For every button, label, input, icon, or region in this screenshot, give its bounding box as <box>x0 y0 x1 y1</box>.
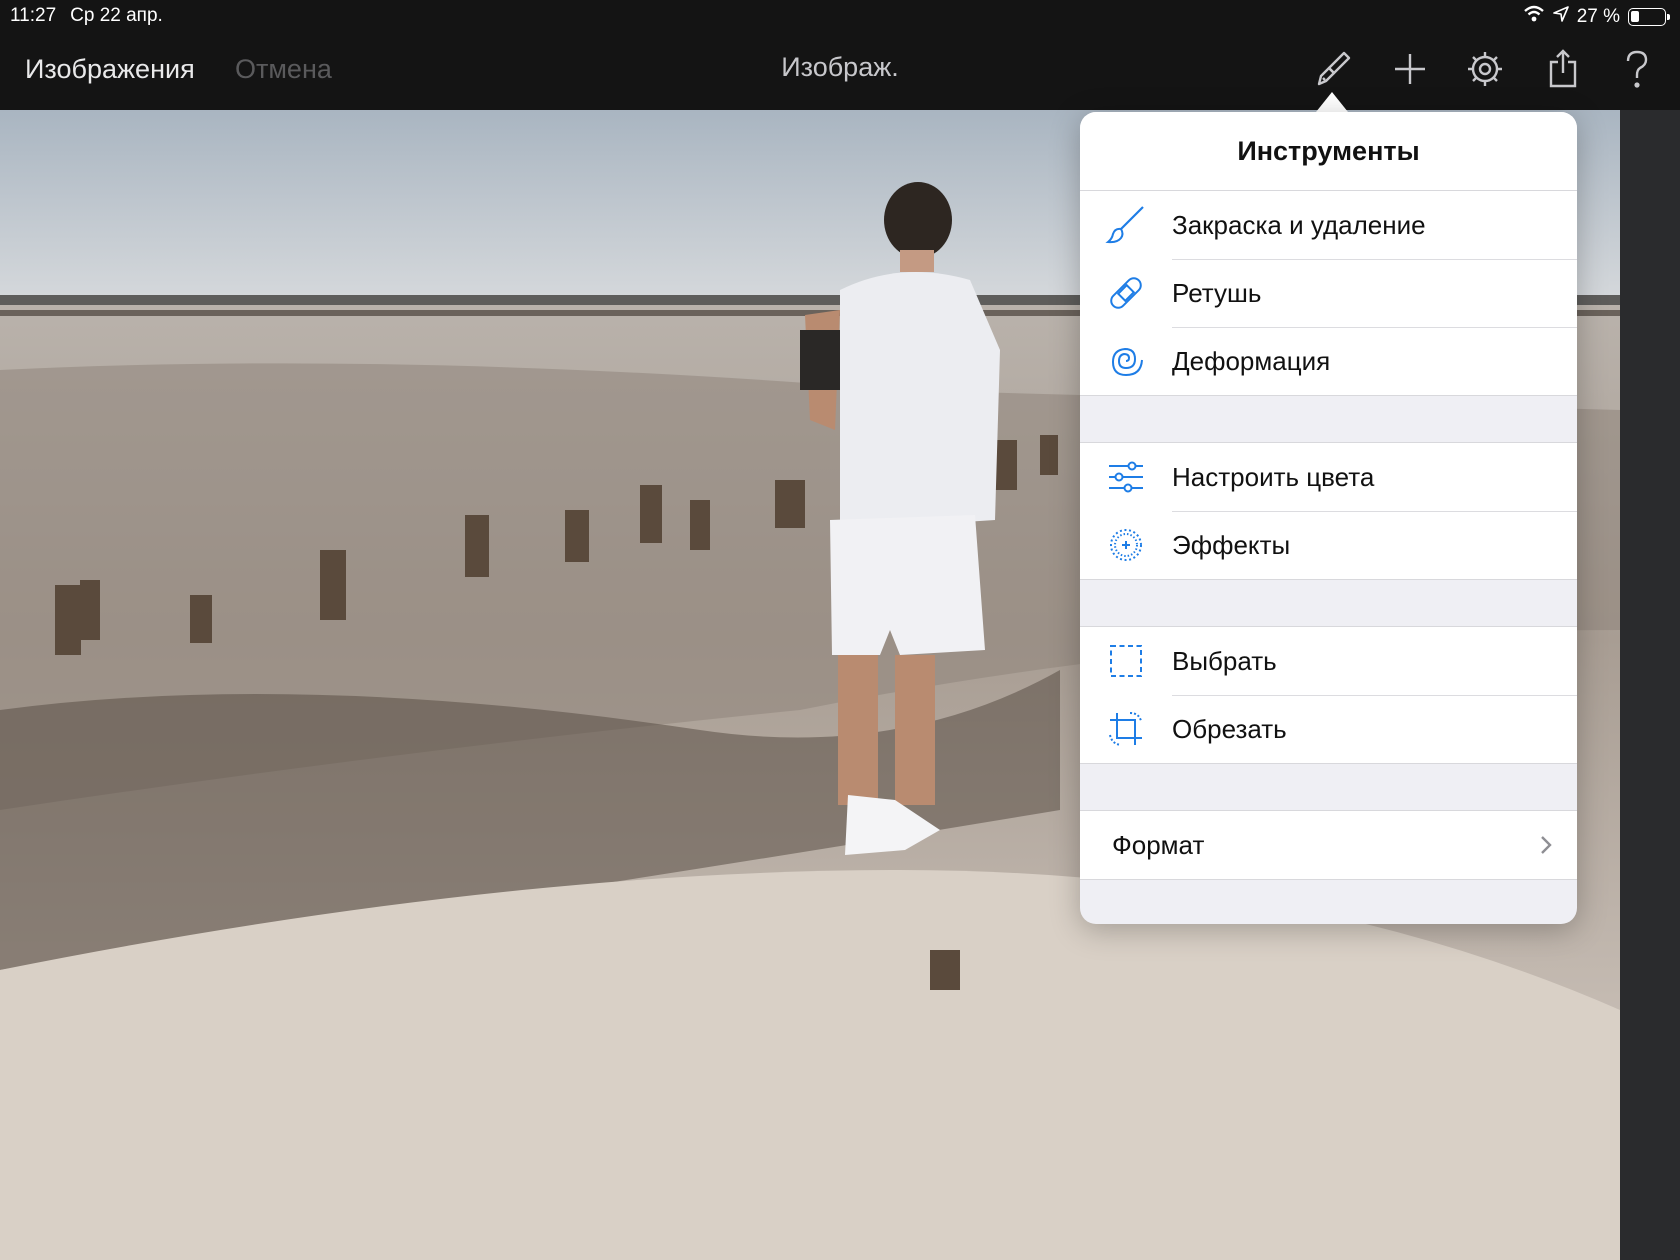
plus-icon[interactable] <box>1387 46 1433 92</box>
cancel-button[interactable]: Отмена <box>235 54 332 85</box>
tools-group-3: Выбрать Обрезать <box>1080 626 1577 764</box>
chevron-right-icon <box>1539 833 1553 864</box>
menu-item-crop[interactable]: Обрезать <box>1080 695 1577 763</box>
crop-icon <box>1080 695 1172 763</box>
menu-item-label: Деформация <box>1172 345 1331 376</box>
effects-icon <box>1080 511 1172 579</box>
tools-group-2: Настроить цвета Эффекты <box>1080 442 1577 580</box>
status-date: Ср 22 апр. <box>70 5 163 26</box>
right-edge-strip <box>1620 110 1680 1260</box>
menu-item-format[interactable]: Формат <box>1080 811 1577 879</box>
status-bar: 11:27 Ср 22 апр. 27 % <box>0 0 1680 30</box>
gear-icon[interactable] <box>1462 46 1508 92</box>
brush-icon <box>1080 191 1172 259</box>
menu-item-adjust-colors[interactable]: Настроить цвета <box>1080 443 1577 511</box>
menu-item-label: Выбрать <box>1172 645 1277 676</box>
menu-item-label: Настроить цвета <box>1172 461 1375 492</box>
nav-bar: Изображения Отмена Изображ. <box>0 30 1680 110</box>
tools-popover: Инструменты Закраска и удаление Ретушь Д… <box>1080 112 1577 924</box>
paintbrush-tools-icon[interactable] <box>1310 46 1356 92</box>
format-group: Формат <box>1080 810 1577 880</box>
menu-item-paint-erase[interactable]: Закраска и удаление <box>1080 191 1577 259</box>
menu-item-effects[interactable]: Эффекты <box>1080 511 1577 579</box>
help-icon[interactable] <box>1614 46 1660 92</box>
battery-percent: 27 % <box>1576 6 1620 27</box>
wifi-icon <box>1523 5 1545 29</box>
menu-item-label: Обрезать <box>1172 713 1287 744</box>
back-button[interactable]: Изображения <box>25 54 195 85</box>
screen: 11:27 Ср 22 апр. 27 % Изображения Отмена… <box>0 0 1680 1260</box>
menu-item-select[interactable]: Выбрать <box>1080 627 1577 695</box>
battery-icon <box>1628 8 1670 26</box>
menu-item-retouch[interactable]: Ретушь <box>1080 259 1577 327</box>
menu-item-label: Ретушь <box>1172 277 1262 308</box>
location-icon <box>1552 6 1569 28</box>
popover-title: Инструменты <box>1080 112 1577 191</box>
tools-group-1: Закраска и удаление Ретушь Деформация <box>1080 191 1577 396</box>
menu-item-label: Закраска и удаление <box>1172 209 1426 240</box>
spiral-icon <box>1080 327 1172 395</box>
popover-arrow <box>1316 92 1348 112</box>
status-time: 11:27 <box>10 5 57 26</box>
menu-item-label: Эффекты <box>1172 529 1291 560</box>
format-label: Формат <box>1112 829 1205 860</box>
selection-icon <box>1080 627 1172 695</box>
battery-level-fill <box>1631 11 1639 22</box>
bandage-icon <box>1080 259 1172 327</box>
menu-item-deform[interactable]: Деформация <box>1080 327 1577 395</box>
sliders-icon <box>1080 443 1172 511</box>
share-icon[interactable] <box>1540 46 1586 92</box>
